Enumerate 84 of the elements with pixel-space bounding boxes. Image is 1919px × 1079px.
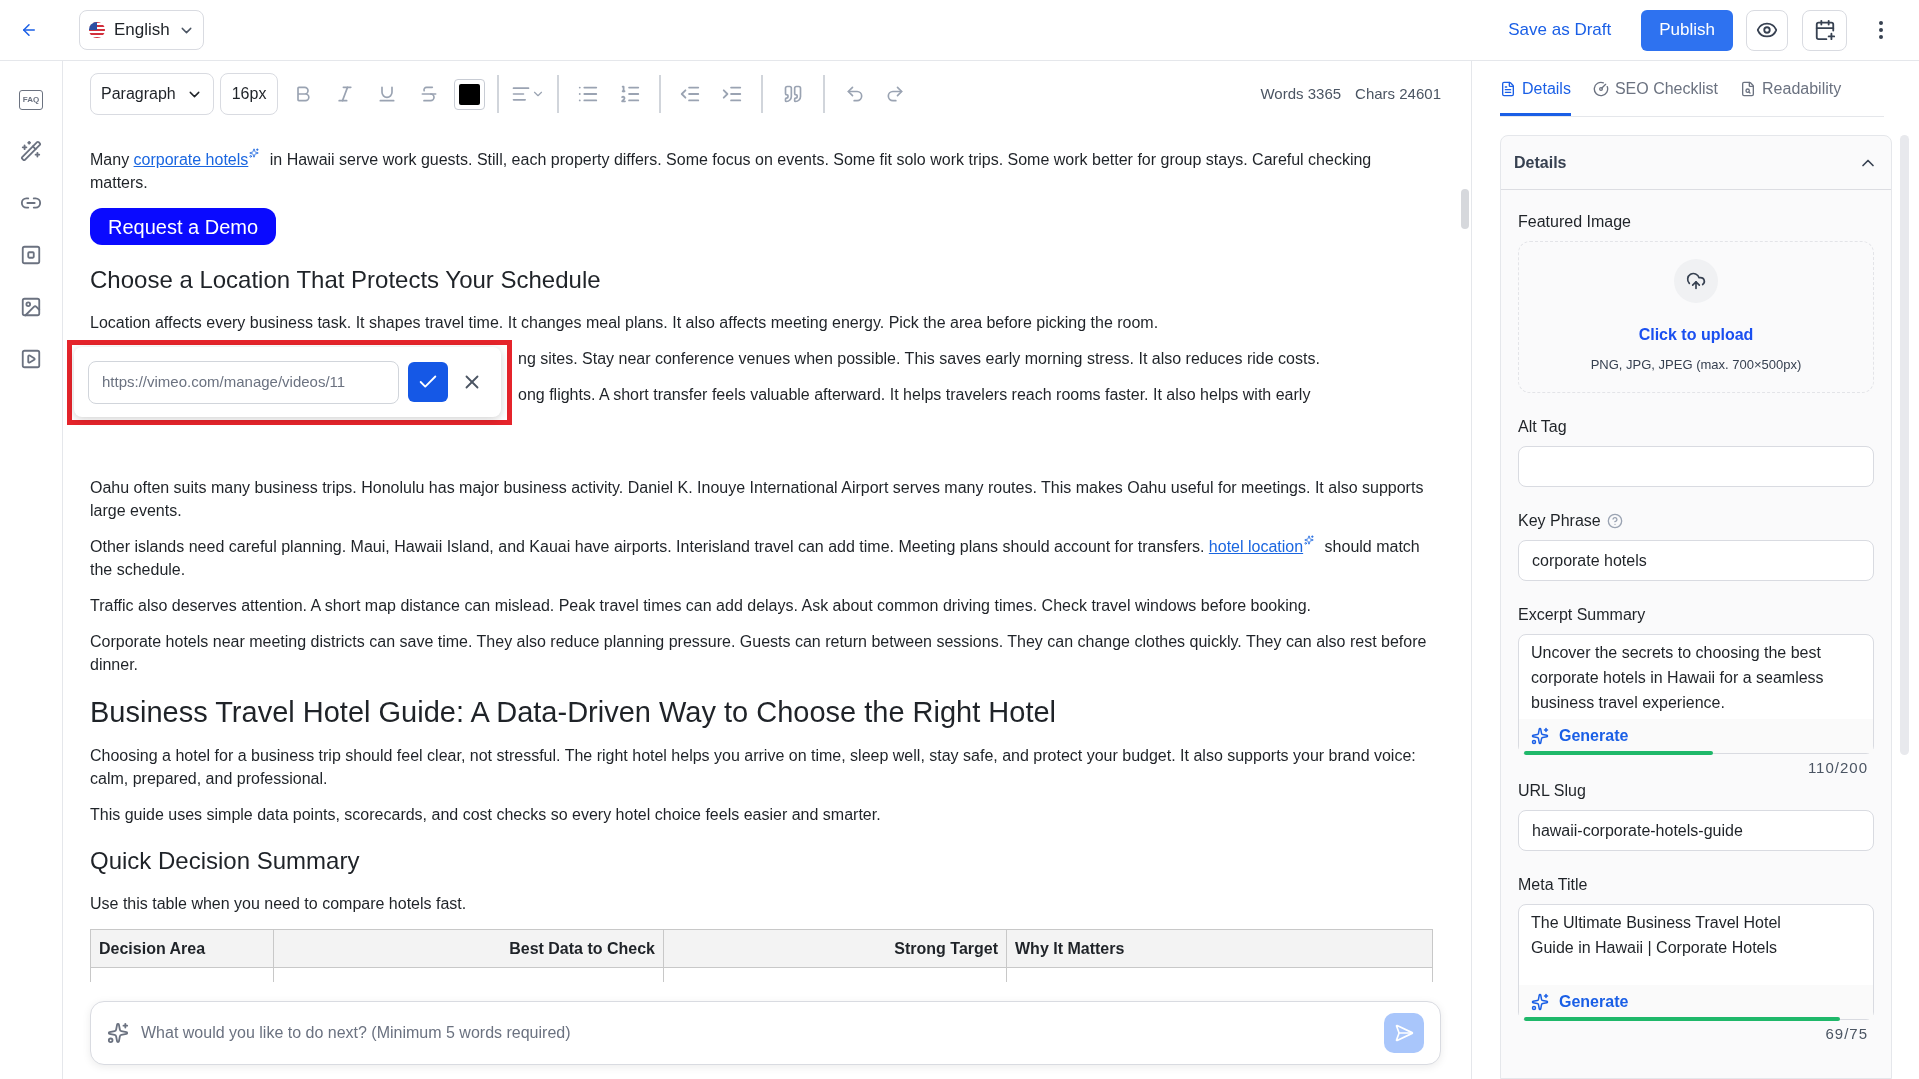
paragraph: Use this table when you need to compare hotels fast. xyxy=(90,894,468,914)
text-color-swatch[interactable] xyxy=(454,78,486,110)
character-counter: 110/200 xyxy=(1807,759,1868,777)
panel-tab[interactable]: Readability xyxy=(1740,77,1842,116)
paragraph: Traffic also deserves attention. A short map distance can mislead. Peak travel times can add delays. Ask about common driving times. Check travel windows before booking. xyxy=(90,596,1313,616)
numbered-list-icon[interactable] xyxy=(619,83,642,105)
font-size-field[interactable]: 16px xyxy=(219,73,279,115)
language-dropdown[interactable]: English xyxy=(79,10,204,50)
panel-tab[interactable]: Details xyxy=(1500,77,1571,116)
upload-icon xyxy=(1674,259,1718,303)
document-search-icon xyxy=(1740,81,1757,97)
paragraph: Location affects every business task. It shapes travel time. It changes meal plans. It also affects meeting energy. Pick the area before picking the room. xyxy=(90,313,1160,333)
generate-button[interactable]: Generate xyxy=(1531,724,1629,748)
paragraph: Corporate hotels near meeting districts can save time. They also reduce planning pressure. Guests can return between sessions. They can change clothes quickly. They can also rest before dinner. xyxy=(90,632,1428,675)
paragraph: Choosing a hotel for a business trip should feel clear, not stressful. The right hotel helps you arrive on time, sleep well, stay safe, and protect your budget. It also supports your brand voice: calm, prepared, and professional. xyxy=(90,746,1417,789)
quote-icon[interactable] xyxy=(783,84,804,104)
prompt-bar[interactable]: What would you like to do next? (Minimum 5 words required) xyxy=(90,1001,1441,1065)
generate-button[interactable]: Generate xyxy=(1531,990,1629,1014)
field-value: The Ultimate Business Travel Hotel Guide in Hawaii | Corporate Hotels xyxy=(1530,913,1782,958)
paragraph: Oahu often suits many business trips. Honolulu has major business activity. Daniel K. Inouye International Airport serves many routes. This makes Oahu useful for meetings. It also supports large events. xyxy=(90,478,1425,521)
field-label: Key Phrase xyxy=(1518,511,1601,531)
upload-hint: PNG, JPG, JPEG (max. 700×500px) xyxy=(1590,356,1802,374)
field-value: Uncover the secrets to choosing the best corporate hotels in Hawaii for a seamless business travel experience. xyxy=(1530,643,1825,713)
character-counter: 69/75 xyxy=(1825,1025,1868,1043)
paragraph-fragment: ng sites. Stay near conference venues when possible. This saves early morning stress. It also reduces ride costs. xyxy=(518,349,1320,369)
section-header[interactable]: Details xyxy=(1501,136,1891,190)
faq-icon[interactable]: FAQ xyxy=(19,90,43,110)
paragraph: Other islands need careful planning. Maui, Hawaii Island, and Kauai have airports. Interisland travel can add time. Meeting plans should account for transfers. hotel location should match the schedule. xyxy=(90,535,1433,581)
character-count: Chars 24601 xyxy=(1355,83,1441,104)
alt-tag-field[interactable] xyxy=(1518,446,1874,487)
text-link[interactable]: corporate hotels xyxy=(133,151,249,168)
confirm-button[interactable] xyxy=(408,362,448,402)
url-slug-field[interactable]: hawaii-corporate-hotels-guide xyxy=(1518,810,1874,851)
more-icon xyxy=(1879,21,1883,39)
field-label: Featured Image xyxy=(1518,212,1631,232)
preview-button[interactable] xyxy=(1746,9,1788,51)
schedule-button[interactable] xyxy=(1802,9,1847,51)
image-icon[interactable] xyxy=(20,296,42,318)
align-left-icon xyxy=(511,84,532,104)
upload-link[interactable]: Click to upload xyxy=(1638,323,1754,347)
text-area[interactable]: Uncover the secrets to choosing the best corporate hotels in Hawaii for a seamless business travel experience. Generate xyxy=(1518,634,1874,754)
block-type-dropdown[interactable]: Paragraph xyxy=(90,73,214,115)
field-label: Meta Title xyxy=(1518,875,1588,895)
column-header: Why It Matters xyxy=(1015,938,1125,959)
sparkle-icon xyxy=(107,1022,129,1044)
field-label: URL Slug xyxy=(1518,781,1586,801)
key-phrase-field[interactable]: corporate hotels xyxy=(1518,540,1874,581)
document-icon xyxy=(1500,81,1516,97)
column-header: Best Data to Check xyxy=(509,938,655,959)
field-label: Alt Tag xyxy=(1518,417,1567,437)
sparkle-icon xyxy=(1531,727,1549,745)
url-input-field[interactable]: https://vimeo.com/manage/videos/11 xyxy=(88,360,399,404)
panel-tab[interactable]: SEO Checklist xyxy=(1592,77,1719,116)
magic-wand-icon[interactable] xyxy=(20,140,42,162)
word-count: Words 3365 xyxy=(1260,83,1342,104)
text-area[interactable]: The Ultimate Business Travel Hotel Guide in Hawaii | Corporate Hotels Generate xyxy=(1518,904,1874,1020)
send-icon xyxy=(1394,1023,1414,1043)
sparkle-icon xyxy=(1531,993,1549,1011)
redo-icon[interactable] xyxy=(885,84,906,104)
paragraph: Many corporate hotels in Hawaii serve work guests. Still, each property differs. Some focus on events. Some fit solo work trips. Some work better for group stays. Careful checking matters. xyxy=(90,148,1433,194)
article-heading: Business Travel Hotel Guide: A Data-Driven Way to Choose the Right Hotel xyxy=(90,695,1058,730)
request-demo-button[interactable]: Request a Demo xyxy=(90,208,277,245)
save-draft-button[interactable]: Save as Draft xyxy=(1508,17,1612,43)
sparkle-icon xyxy=(1304,535,1315,545)
sparkle-icon xyxy=(249,148,260,158)
send-button[interactable] xyxy=(1384,1013,1424,1053)
gauge-icon xyxy=(1592,81,1609,97)
section-heading: Choose a Location That Protects Your Schedule xyxy=(90,265,602,295)
help-icon[interactable] xyxy=(1606,513,1623,529)
publish-button[interactable]: Publish xyxy=(1641,9,1733,51)
video-icon[interactable] xyxy=(20,348,42,370)
upload-dropzone[interactable]: Click to upload PNG, JPG, JPEG (max. 700×500px) xyxy=(1518,241,1874,393)
square-icon[interactable] xyxy=(20,244,42,266)
section-heading: Quick Decision Summary xyxy=(90,846,361,876)
calendar-icon xyxy=(1813,19,1836,41)
field-label: Excerpt Summary xyxy=(1518,605,1646,625)
prompt-placeholder: What would you like to do next? (Minimum 5 words required) xyxy=(141,1023,572,1043)
text-link[interactable]: hotel location xyxy=(1208,538,1304,555)
scrollbar-thumb[interactable] xyxy=(1461,189,1469,229)
column-header: Strong Target xyxy=(894,938,998,959)
column-header: Decision Area xyxy=(99,938,206,959)
back-icon[interactable] xyxy=(20,21,38,39)
paragraph-fragment: ong flights. A short transfer feels valuable afterward. It helps travelers reach rooms faster. It also helps with early xyxy=(518,385,1311,405)
paragraph: This guide uses simple data points, scorecards, and cost checks so every hotel choice feels easier and smarter. xyxy=(90,805,882,825)
